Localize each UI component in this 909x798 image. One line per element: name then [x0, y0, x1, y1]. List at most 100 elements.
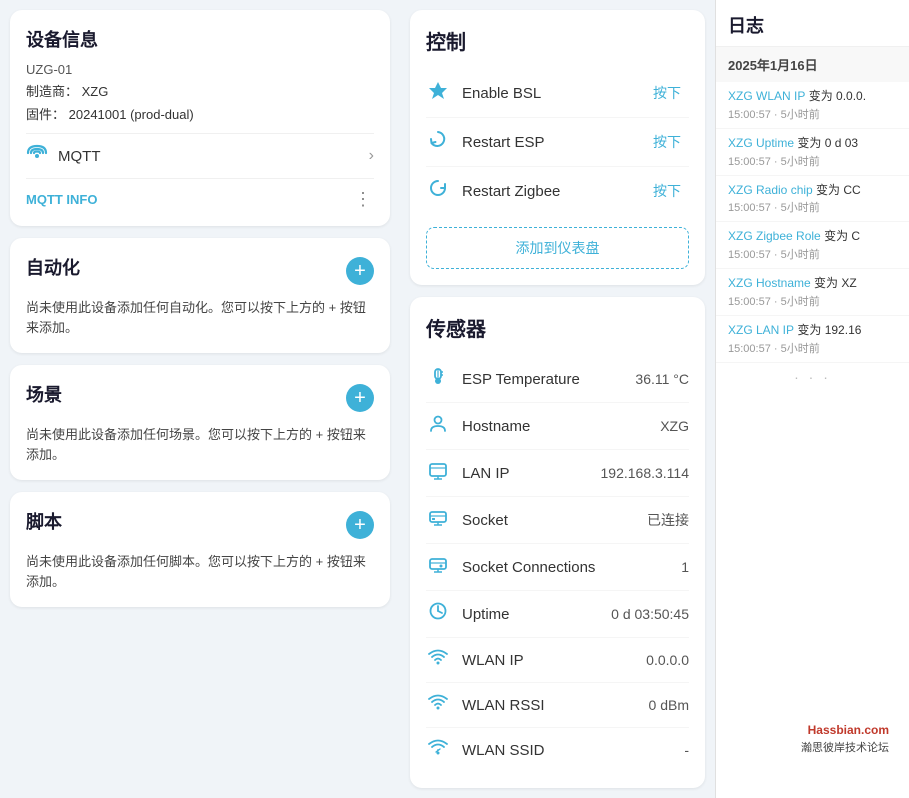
sensor-socket-connections-value: 1	[681, 559, 689, 575]
sensor-row-uptime: Uptime 0 d 03:50:45	[426, 591, 689, 638]
mqtt-label: MQTT	[58, 148, 101, 165]
script-add-button[interactable]: +	[346, 511, 374, 539]
log-entry-3: XZG Radio chip 变为 CC 15:00:57 · 5小时前	[716, 176, 909, 223]
log-entry-2-time: 15:00:57 · 5小时前	[728, 153, 897, 169]
log-entry-3-title: XZG Radio chip 变为 CC	[728, 182, 897, 199]
automation-header: 自动化 +	[26, 254, 374, 288]
mqtt-left: MQTT	[26, 144, 101, 168]
sensor-hostname-label: Hostname	[462, 418, 530, 435]
log-entry-6-title: XZG LAN IP 变为 192.16	[728, 322, 897, 339]
bsl-icon	[426, 80, 450, 106]
watermark-line1: Hassbian.com	[808, 723, 889, 737]
temperature-icon	[426, 366, 450, 392]
log-entry-2: XZG Uptime 变为 0 d 03 15:00:57 · 5小时前	[716, 129, 909, 176]
sensor-row-wlan-ip: WLAN IP 0.0.0.0	[426, 638, 689, 683]
hostname-icon	[426, 413, 450, 439]
sensor-temperature-label: ESP Temperature	[462, 371, 580, 388]
sensor-temperature-value: 36.11 °C	[635, 371, 689, 387]
device-model: UZG-01	[26, 62, 374, 77]
mqtt-info-label: MQTT INFO	[26, 192, 98, 207]
device-info-card: 设备信息 UZG-01 制造商： XZG 固件： 20241001 (prod-…	[10, 10, 390, 226]
left-column: 设备信息 UZG-01 制造商： XZG 固件： 20241001 (prod-…	[0, 0, 400, 798]
device-manufacturer: 制造商： XZG	[26, 81, 374, 100]
sensor-wlan-rssi-label: WLAN RSSI	[462, 697, 545, 714]
device-firmware: 固件： 20241001 (prod-dual)	[26, 104, 374, 123]
automation-card: 自动化 + 尚未使用此设备添加任何自动化。您可以按下上方的 + 按钮来添加。	[10, 238, 390, 353]
scene-title: 场景	[26, 381, 62, 407]
sensor-socket-label: Socket	[462, 512, 508, 529]
log-entry-6-time: 15:00:57 · 5小时前	[728, 340, 897, 356]
log-entry-1: XZG WLAN IP 变为 0.0.0. 15:00:57 · 5小时前	[716, 82, 909, 129]
watermark: Hassbian.com 瀚思彼岸技术论坛	[793, 717, 897, 759]
sensor-title: 传感器	[426, 313, 689, 342]
log-more-dots: · · ·	[716, 363, 909, 391]
wlan-ssid-icon	[426, 738, 450, 762]
log-entry-1-title: XZG WLAN IP 变为 0.0.0.	[728, 88, 897, 105]
sensor-wlan-rssi-value: 0 dBm	[649, 697, 689, 713]
log-entry-1-time: 15:00:57 · 5小时前	[728, 106, 897, 122]
script-card: 脚本 + 尚未使用此设备添加任何脚本。您可以按下上方的 + 按钮来添加。	[10, 492, 390, 607]
control-bsl-label: Enable BSL	[462, 85, 541, 102]
wlan-rssi-icon	[426, 693, 450, 717]
control-esp-left: Restart ESP	[426, 129, 545, 155]
sensor-wlan-rssi-left: WLAN RSSI	[426, 693, 545, 717]
sensor-uptime-label: Uptime	[462, 606, 510, 623]
log-entry-4: XZG Zigbee Role 变为 C 15:00:57 · 5小时前	[716, 222, 909, 269]
sensor-socket-connections-label: Socket Connections	[462, 559, 595, 576]
uptime-icon	[426, 601, 450, 627]
automation-title: 自动化	[26, 254, 80, 280]
sensor-wlan-ssid-value: -	[684, 742, 689, 758]
scene-card: 场景 + 尚未使用此设备添加任何场景。您可以按下上方的 + 按钮来添加。	[10, 365, 390, 480]
script-title: 脚本	[26, 508, 62, 534]
sensor-socket-value: 已连接	[647, 510, 689, 530]
control-esp-button[interactable]: 按下	[645, 128, 689, 156]
scene-add-button[interactable]: +	[346, 384, 374, 412]
control-section: 控制 Enable BSL 按下 Rest	[410, 10, 705, 285]
lan-ip-icon	[426, 460, 450, 486]
watermark-line2: 瀚思彼岸技术论坛	[801, 739, 889, 755]
sensor-wlan-ip-label: WLAN IP	[462, 652, 524, 669]
log-entry-2-title: XZG Uptime 变为 0 d 03	[728, 135, 897, 152]
log-entry-5-title: XZG Hostname 变为 XZ	[728, 275, 897, 292]
add-to-dashboard-button[interactable]: 添加到仪表盘	[426, 227, 689, 269]
sensor-row-socket-connections: Socket Connections 1	[426, 544, 689, 591]
mqtt-info-row[interactable]: MQTT INFO ⋮	[26, 178, 374, 210]
mqtt-more-icon[interactable]: ⋮	[354, 189, 374, 210]
log-entry-6: XZG LAN IP 变为 192.16 15:00:57 · 5小时前	[716, 316, 909, 363]
device-info-title: 设备信息	[26, 26, 374, 52]
sensor-wlan-ip-value: 0.0.0.0	[646, 652, 689, 668]
sensor-wlan-ip-left: WLAN IP	[426, 648, 524, 672]
sensor-row-lan-ip: LAN IP 192.168.3.114	[426, 450, 689, 497]
control-row-esp: Restart ESP 按下	[426, 118, 689, 167]
wlan-ip-icon	[426, 648, 450, 672]
control-zigbee-left: Restart Zigbee	[426, 178, 560, 204]
sensor-lan-ip-value: 192.168.3.114	[601, 465, 690, 481]
sensor-row-wlan-ssid: WLAN SSID -	[426, 728, 689, 772]
sensor-section: 传感器 ESP Temperature 36.11 °C	[410, 297, 705, 788]
sensor-wlan-ssid-left: WLAN SSID	[426, 738, 545, 762]
mqtt-icon	[26, 144, 48, 168]
control-title: 控制	[426, 26, 689, 55]
control-row-zigbee: Restart Zigbee 按下	[426, 167, 689, 215]
sensor-socket-connections-left: Socket Connections	[426, 554, 595, 580]
control-bsl-left: Enable BSL	[426, 80, 541, 106]
sensor-lan-ip-label: LAN IP	[462, 465, 510, 482]
socket-icon	[426, 507, 450, 533]
sensor-temperature-left: ESP Temperature	[426, 366, 580, 392]
log-entry-4-title: XZG Zigbee Role 变为 C	[728, 228, 897, 245]
scene-header: 场景 +	[26, 381, 374, 415]
sensor-uptime-value: 0 d 03:50:45	[611, 606, 689, 622]
control-esp-label: Restart ESP	[462, 134, 545, 151]
center-column: 控制 Enable BSL 按下 Rest	[400, 0, 715, 798]
control-bsl-button[interactable]: 按下	[645, 79, 689, 107]
socket-connections-icon	[426, 554, 450, 580]
sensor-uptime-left: Uptime	[426, 601, 510, 627]
control-row-bsl: Enable BSL 按下	[426, 69, 689, 118]
control-zigbee-button[interactable]: 按下	[645, 177, 689, 205]
automation-add-button[interactable]: +	[346, 257, 374, 285]
restart-zigbee-icon	[426, 178, 450, 204]
sensor-wlan-ssid-label: WLAN SSID	[462, 742, 545, 759]
mqtt-row[interactable]: MQTT ›	[26, 133, 374, 178]
restart-esp-icon	[426, 129, 450, 155]
log-entry-5: XZG Hostname 变为 XZ 15:00:57 · 5小时前	[716, 269, 909, 316]
